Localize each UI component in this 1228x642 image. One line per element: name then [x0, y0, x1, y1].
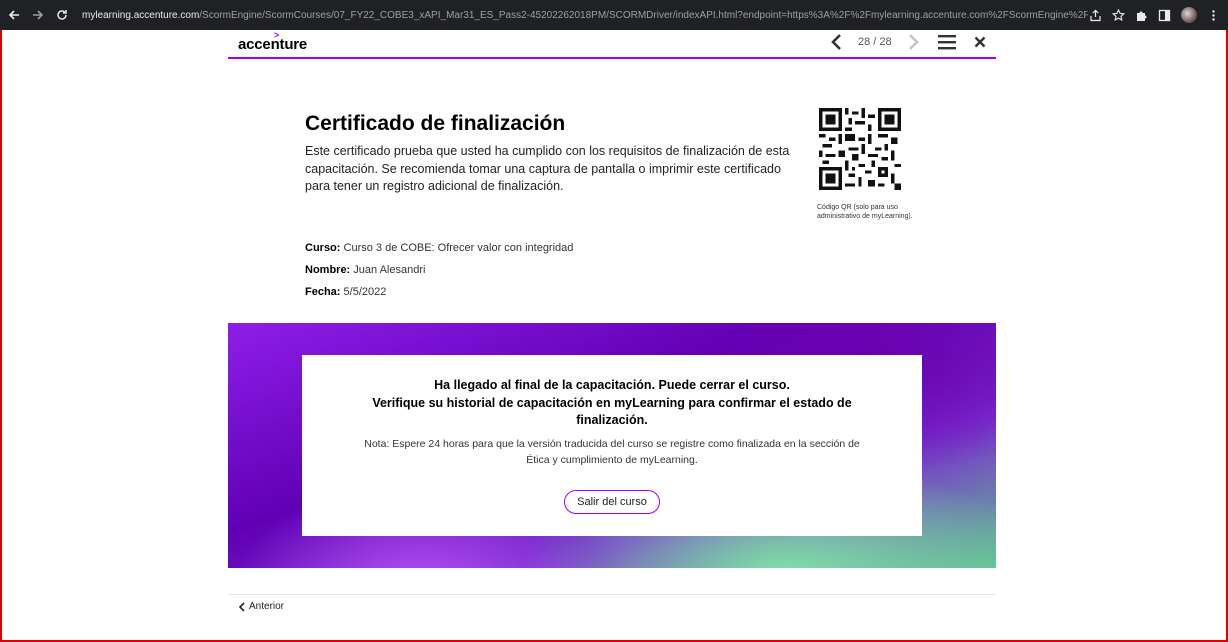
date-value: 5/5/2022 [340, 286, 387, 298]
side-panel-icon[interactable] [1158, 9, 1171, 22]
chevron-right-icon [908, 34, 919, 50]
browser-toolbar: mylearning.accenture.com/ScormEngine/Sco… [0, 0, 1228, 30]
course-info: Curso: Curso 3 de COBE: Ofrecer valor co… [305, 242, 573, 254]
name-label: Nombre: [305, 264, 351, 276]
prev-page-button[interactable] [828, 33, 846, 51]
menu-icon[interactable] [938, 34, 956, 50]
exit-course-button[interactable]: Salir del curso [564, 490, 660, 514]
star-icon[interactable] [1112, 8, 1125, 22]
notice-heading: Ha llegado al final de la capacitación. … [362, 377, 862, 430]
completion-notice: Ha llegado al final de la capacitación. … [302, 355, 922, 536]
course-label: Curso: [305, 242, 341, 254]
address-bar[interactable]: mylearning.accenture.com/ScormEngine/Sco… [70, 5, 1088, 25]
footer-divider [228, 594, 996, 595]
notice-note: Nota: Espere 24 horas para que la versió… [364, 438, 860, 466]
avatar[interactable] [1181, 7, 1197, 23]
back-icon[interactable] [4, 5, 24, 25]
previous-label: Anterior [249, 601, 285, 612]
pager: 28 / 28 [828, 33, 922, 51]
name-value: Juan Alesandri [350, 264, 426, 276]
notice-line-2: Verifique su historial de capacitación e… [372, 395, 852, 428]
extensions-icon[interactable] [1135, 9, 1148, 22]
previous-link[interactable]: Anterior [238, 601, 284, 612]
date-info: Fecha: 5/5/2022 [305, 286, 386, 298]
course-header: accenture > 28 / 28 [228, 30, 996, 59]
logo-mark: > [274, 30, 280, 40]
certificate-description: Este certificado prueba que usted ha cum… [305, 144, 790, 193]
notice-line-1: Ha llegado al final de la capacitación. … [434, 378, 790, 392]
date-label: Fecha: [305, 286, 341, 298]
chevron-left-icon [238, 601, 245, 612]
url-domain: mylearning.accenture.com [82, 9, 200, 21]
forward-icon[interactable] [28, 5, 48, 25]
next-page-button[interactable] [904, 33, 922, 51]
chevron-left-icon [831, 34, 841, 50]
page-count: 28 / 28 [858, 36, 892, 48]
accenture-logo: accenture > [238, 30, 308, 53]
course-value: Curso 3 de COBE: Ofrecer valor con integ… [340, 242, 574, 254]
share-icon[interactable] [1089, 9, 1102, 22]
close-icon[interactable] [974, 36, 986, 48]
logo-text: accenture [238, 36, 308, 53]
qr-code [819, 108, 901, 190]
page-title: Certificado de finalización [305, 112, 566, 135]
reload-icon[interactable] [52, 5, 72, 25]
name-info: Nombre: Juan Alesandri [305, 264, 425, 276]
more-icon[interactable] [1207, 9, 1220, 22]
url-path: /ScormEngine/ScormCourses/07_FY22_COBE3_… [199, 9, 1088, 21]
qr-caption: Código QR (solo para uso administrativo … [817, 204, 913, 220]
